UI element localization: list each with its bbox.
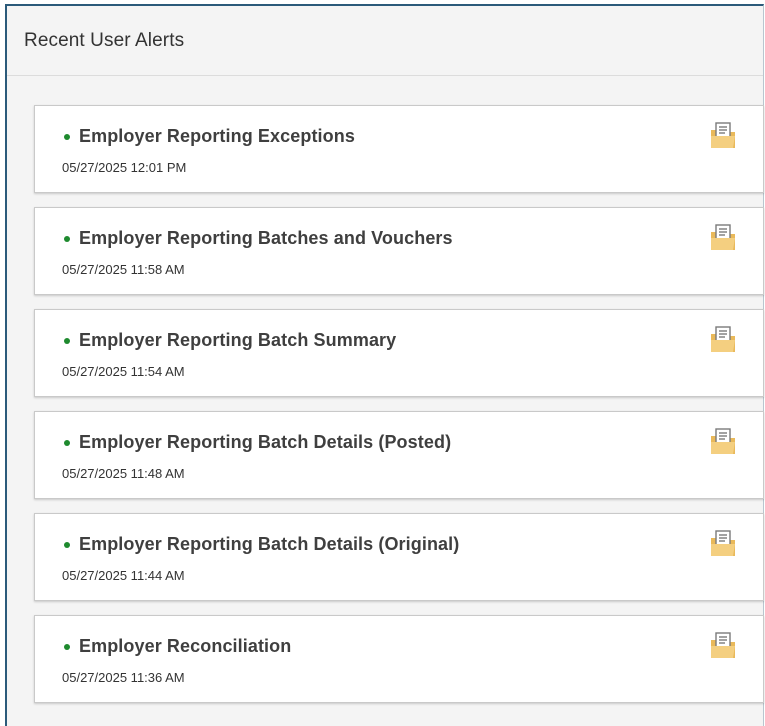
alert-title-row: Employer Reconciliation: [64, 636, 291, 657]
alert-timestamp: 05/27/2025 11:54 AM: [62, 364, 185, 379]
alert-timestamp: 05/27/2025 11:58 AM: [62, 262, 185, 277]
alert-card[interactable]: Employer Reporting Batch Summary 05/27/2…: [34, 309, 764, 397]
alert-timestamp: 05/27/2025 11:48 AM: [62, 466, 185, 481]
alert-timestamp: 05/27/2025 12:01 PM: [62, 160, 187, 175]
report-document-icon[interactable]: [708, 325, 738, 355]
bullet-icon: [64, 133, 70, 140]
alert-timestamp: 05/27/2025 11:44 AM: [62, 568, 185, 583]
alert-title-row: Employer Reporting Exceptions: [64, 126, 355, 147]
alert-card[interactable]: Employer Reporting Batch Details (Origin…: [34, 513, 764, 601]
report-document-icon[interactable]: [708, 631, 738, 661]
report-document-icon[interactable]: [708, 223, 738, 253]
alert-title[interactable]: Employer Reconciliation: [79, 636, 291, 657]
alert-title[interactable]: Employer Reporting Batch Details (Origin…: [79, 534, 459, 555]
alert-card[interactable]: Employer Reporting Batch Details (Posted…: [34, 411, 764, 499]
panel-title: Recent User Alerts: [24, 29, 185, 51]
alert-title-row: Employer Reporting Batch Details (Posted…: [64, 432, 451, 453]
alert-title-row: Employer Reporting Batch Details (Origin…: [64, 534, 459, 555]
alert-card[interactable]: Employer Reporting Exceptions 05/27/2025…: [34, 105, 764, 193]
alert-title-row: Employer Reporting Batch Summary: [64, 330, 396, 351]
alert-list: Employer Reporting Exceptions 05/27/2025…: [34, 105, 764, 717]
recent-user-alerts-panel: Recent User Alerts Employer Reporting Ex…: [5, 4, 764, 726]
report-document-icon[interactable]: [708, 529, 738, 559]
alert-title[interactable]: Employer Reporting Batch Details (Posted…: [79, 432, 451, 453]
alert-title-row: Employer Reporting Batches and Vouchers: [64, 228, 453, 249]
alert-title[interactable]: Employer Reporting Exceptions: [79, 126, 355, 147]
bullet-icon: [64, 337, 70, 344]
bullet-icon: [64, 541, 70, 548]
report-document-icon[interactable]: [708, 427, 738, 457]
alert-timestamp: 05/27/2025 11:36 AM: [62, 670, 185, 685]
alert-title[interactable]: Employer Reporting Batches and Vouchers: [79, 228, 453, 249]
alert-card[interactable]: Employer Reconciliation 05/27/2025 11:36…: [34, 615, 764, 703]
alert-title[interactable]: Employer Reporting Batch Summary: [79, 330, 396, 351]
bullet-icon: [64, 235, 70, 242]
panel-header: Recent User Alerts: [7, 6, 763, 76]
report-document-icon[interactable]: [708, 121, 738, 151]
bullet-icon: [64, 643, 70, 650]
alert-card[interactable]: Employer Reporting Batches and Vouchers …: [34, 207, 764, 295]
bullet-icon: [64, 439, 70, 446]
